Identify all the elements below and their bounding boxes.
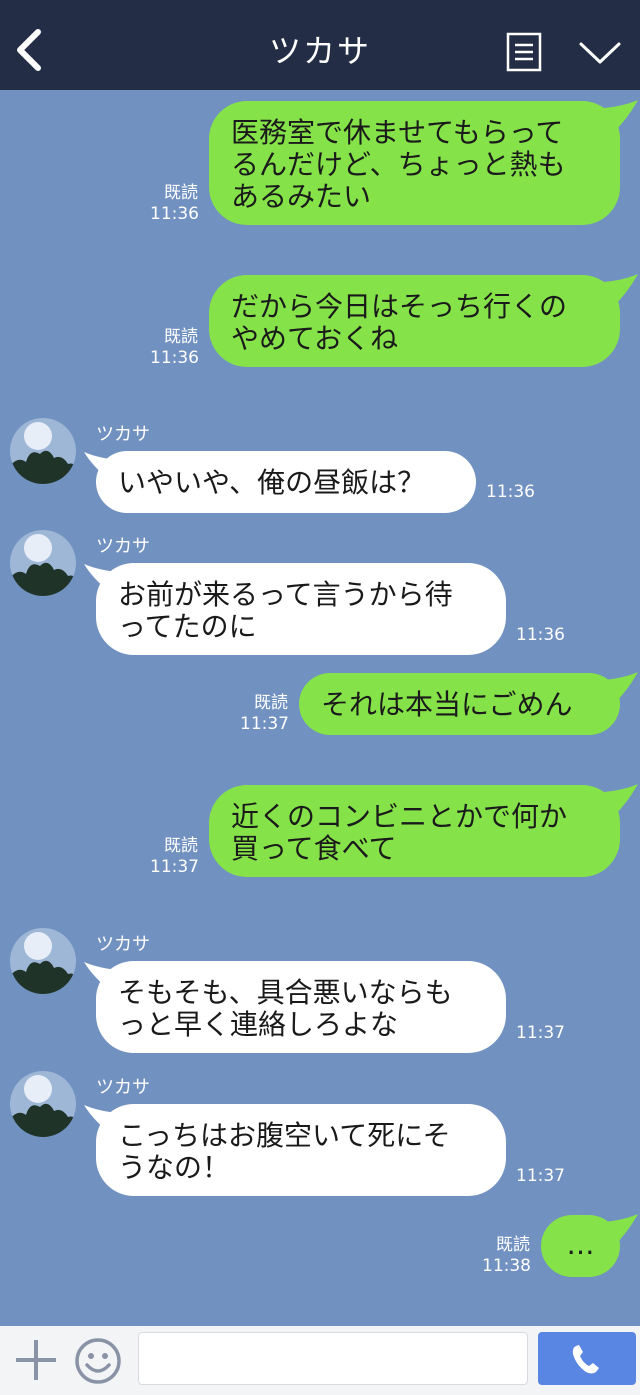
- read-label: 既読: [164, 327, 198, 347]
- menu-list-icon[interactable]: [506, 32, 542, 72]
- sender-name: ツカサ: [96, 536, 150, 557]
- read-status: 既読 11:36: [150, 183, 199, 225]
- read-label: 既読: [164, 183, 198, 203]
- message-bubble[interactable]: 近くのコンビニとかで何か 買って食べて: [209, 785, 620, 877]
- read-label: 既読: [164, 836, 198, 856]
- message-input-bar: [0, 1326, 640, 1395]
- read-status: 既読 11:37: [240, 693, 289, 735]
- message-time: 11:37: [150, 857, 199, 877]
- message-bubble[interactable]: それは本当にごめん: [299, 673, 620, 735]
- message-bubble[interactable]: …: [541, 1215, 620, 1277]
- message-input[interactable]: [138, 1332, 528, 1385]
- message-time: 11:36: [150, 204, 199, 224]
- read-label: 既読: [496, 1235, 530, 1255]
- message-bubble[interactable]: いやいや、俺の昼飯は？: [96, 451, 476, 513]
- message-time: 11:37: [516, 1166, 565, 1186]
- avatar-tree-icon: [10, 418, 76, 484]
- read-status: 既読 11:37: [150, 836, 199, 878]
- avatar-tree-icon: [10, 1071, 76, 1137]
- call-button[interactable]: [538, 1332, 636, 1385]
- avatar-tree-icon: [10, 928, 76, 994]
- sender-name: ツカサ: [96, 934, 150, 955]
- sender-name: ツカサ: [96, 1077, 150, 1098]
- chevron-down-icon[interactable]: [578, 40, 622, 66]
- message-time: 11:36: [150, 348, 199, 368]
- message-time: 11:36: [486, 482, 535, 502]
- message-time: 11:36: [516, 625, 565, 645]
- chat-title: ツカサ: [268, 32, 371, 70]
- avatar-tree-icon: [10, 530, 76, 596]
- message-time: 11:37: [516, 1023, 565, 1043]
- avatar[interactable]: [10, 1071, 76, 1137]
- avatar[interactable]: [10, 928, 76, 994]
- plus-icon[interactable]: [14, 1338, 58, 1382]
- read-status: 既読 11:36: [150, 327, 199, 369]
- phone-icon: [572, 1345, 599, 1374]
- message-bubble[interactable]: だから今日はそっち行くの やめておくね: [209, 275, 620, 367]
- read-status: 既読 11:38: [482, 1235, 531, 1277]
- message-bubble[interactable]: そもそも、具合悪いならも っと早く連絡しろよな: [96, 961, 506, 1053]
- read-label: 既読: [254, 693, 288, 713]
- avatar[interactable]: [10, 418, 76, 484]
- sender-name: ツカサ: [96, 424, 150, 445]
- message-bubble[interactable]: こっちはお腹空いて死にそ うなの！: [96, 1104, 506, 1196]
- message-bubble[interactable]: 医務室で休ませてもらって るんだけど、ちょっと熱も あるみたい: [209, 101, 620, 225]
- emoji-icon[interactable]: [74, 1337, 122, 1385]
- avatar[interactable]: [10, 530, 76, 596]
- message-bubble[interactable]: お前が来るって言うから待 ってたのに: [96, 563, 506, 655]
- message-time: 11:37: [240, 714, 289, 734]
- message-time: 11:38: [482, 1256, 531, 1276]
- chat-header: ツカサ: [0, 0, 640, 90]
